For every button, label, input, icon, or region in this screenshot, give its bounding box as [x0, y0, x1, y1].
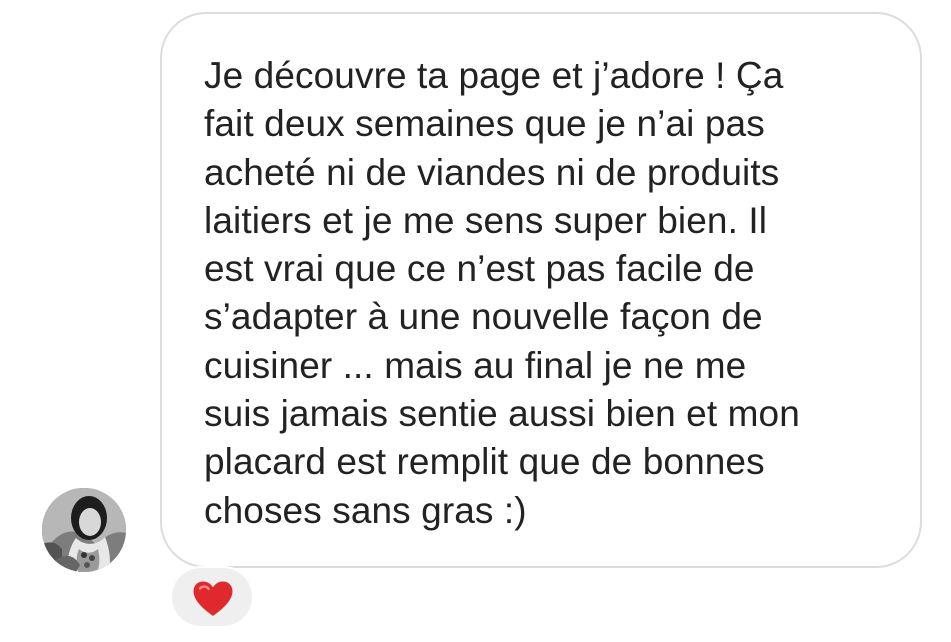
- message-text: Je découvre ta page et j’adore ! Ça fait…: [204, 52, 904, 535]
- message-line: laitiers et je me sens super bien. Il: [204, 199, 768, 241]
- message-line: Je découvre ta page et j’adore ! Ça: [204, 55, 784, 96]
- message-line: est vrai que ce n’est pas facile de: [204, 248, 755, 290]
- message-line: fait deux semaines que je n’ai pas: [204, 103, 765, 145]
- message-line: suis jamais sentie aussi bien et mon: [204, 393, 800, 435]
- sender-avatar[interactable]: [42, 488, 126, 572]
- message-bubble[interactable]: Je découvre ta page et j’adore ! Ça fait…: [160, 12, 922, 568]
- message-line: choses sans gras :): [204, 489, 527, 531]
- message-line: s’adapter à une nouvelle façon de: [204, 296, 763, 338]
- heart-icon: [192, 580, 234, 618]
- message-line: cuisiner ... mais au final je ne me: [204, 344, 747, 386]
- message-line: placard est remplit que de bonnes: [204, 441, 765, 483]
- heart-reaction-badge[interactable]: [170, 566, 254, 628]
- message-line: acheté ni de viandes ni de produits: [204, 151, 780, 193]
